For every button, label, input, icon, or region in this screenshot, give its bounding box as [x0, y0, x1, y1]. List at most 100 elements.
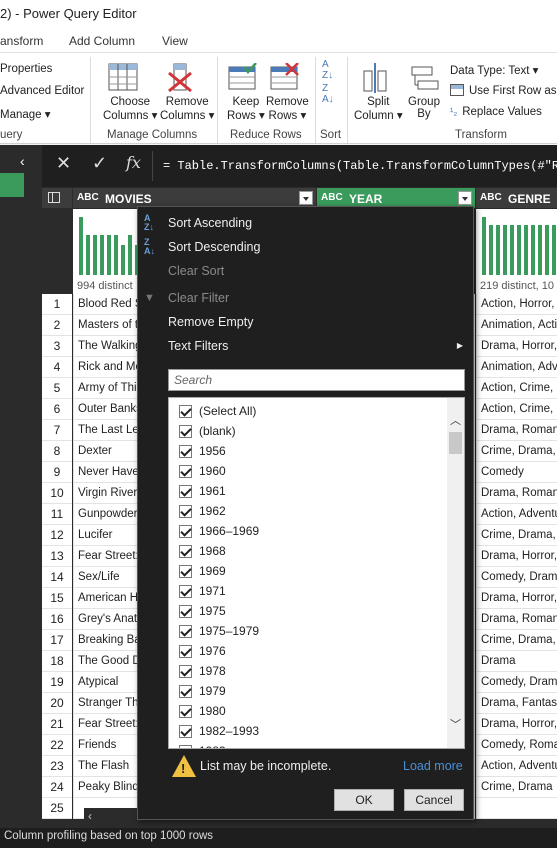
checkbox[interactable] — [179, 485, 192, 498]
row-number[interactable]: 19 — [42, 672, 72, 693]
split-column-button[interactable]: Split Column ▾ — [354, 96, 403, 122]
scroll-thumb[interactable] — [449, 432, 462, 454]
cell-genre[interactable]: Drama, Romanc — [476, 420, 557, 441]
cell-genre[interactable]: Comedy, Drama — [476, 672, 557, 693]
column-header-movies[interactable]: ABC MOVIES — [73, 188, 316, 208]
checkbox[interactable] — [179, 645, 192, 658]
table-menu-button[interactable] — [42, 188, 72, 208]
row-number[interactable]: 23 — [42, 756, 72, 777]
filter-dropdown-button[interactable] — [458, 191, 472, 205]
cell-genre[interactable]: Animation, Acti — [476, 315, 557, 336]
checkbox[interactable] — [179, 445, 192, 458]
cell-genre[interactable]: Action, Adventu — [476, 756, 557, 777]
replace-values-button[interactable]: ¹₂ Replace Values — [450, 106, 542, 118]
clear-filter-item[interactable]: Clear Filter — [168, 291, 229, 305]
horizontal-scrollbar[interactable]: ‹ — [84, 808, 142, 826]
row-number[interactable]: 17 — [42, 630, 72, 651]
cell-genre[interactable]: Comedy — [476, 462, 557, 483]
group-by-button[interactable]: Group By — [408, 96, 440, 120]
cell-genre[interactable]: Crime, Drama, F — [476, 525, 557, 546]
clear-sort-item[interactable]: Clear Sort — [168, 264, 224, 278]
row-number[interactable]: 20 — [42, 693, 72, 714]
checkbox[interactable] — [179, 545, 192, 558]
row-number[interactable]: 18 — [42, 651, 72, 672]
sort-ascending-icon[interactable]: A Z↓ — [322, 59, 333, 81]
sort-descending-item[interactable]: Sort Descending — [168, 240, 260, 254]
checkbox[interactable] — [179, 685, 192, 698]
cancel-formula-icon[interactable]: ✕ — [56, 153, 71, 174]
manage-button[interactable]: Manage ▾ — [0, 107, 51, 121]
row-number[interactable]: 12 — [42, 525, 72, 546]
row-number[interactable]: 8 — [42, 441, 72, 462]
cell-genre[interactable]: Action, Horror, — [476, 294, 557, 315]
confirm-formula-icon[interactable]: ✓ — [92, 153, 107, 174]
scroll-down-icon[interactable]: ﹀ — [450, 716, 461, 732]
cell-genre[interactable]: Comedy, Drama — [476, 567, 557, 588]
checkbox[interactable] — [179, 505, 192, 518]
text-type-icon[interactable]: ABC — [77, 192, 99, 203]
cell-genre[interactable]: Animation, Adv — [476, 357, 557, 378]
row-number[interactable]: 15 — [42, 588, 72, 609]
checkbox[interactable] — [179, 725, 192, 738]
checkbox[interactable] — [179, 425, 192, 438]
data-type-dropdown[interactable]: Data Type: Text ▾ — [450, 63, 538, 77]
choose-columns-button[interactable]: Choose Columns ▾ — [103, 96, 157, 122]
row-number[interactable]: 7 — [42, 420, 72, 441]
sort-ascending-item[interactable]: Sort Ascending — [168, 216, 252, 230]
scroll-up-icon[interactable]: ︿ — [450, 412, 461, 428]
cell-genre[interactable]: Drama, Horror, — [476, 546, 557, 567]
checkbox[interactable] — [179, 525, 192, 538]
tab-view[interactable]: View — [162, 34, 188, 48]
tab-transform[interactable]: ansform — [0, 34, 43, 48]
row-number[interactable]: 3 — [42, 336, 72, 357]
checkbox[interactable] — [179, 745, 192, 748]
selected-query[interactable] — [0, 173, 24, 197]
tab-add-column[interactable]: Add Column — [69, 34, 135, 48]
row-number[interactable]: 1 — [42, 294, 72, 315]
cancel-button[interactable]: Cancel — [404, 789, 464, 811]
row-number[interactable]: 2 — [42, 315, 72, 336]
cell-genre[interactable]: Comedy, Romar — [476, 735, 557, 756]
cell-genre[interactable]: Action, Adventu — [476, 504, 557, 525]
checkbox[interactable] — [179, 585, 192, 598]
checkbox[interactable] — [179, 465, 192, 478]
collapse-pane-icon[interactable]: ‹ — [20, 153, 25, 169]
row-number[interactable]: 24 — [42, 777, 72, 798]
checkbox[interactable] — [179, 405, 192, 418]
search-input[interactable]: Search — [168, 369, 465, 391]
fx-icon[interactable]: fx — [126, 153, 141, 172]
row-number[interactable]: 10 — [42, 483, 72, 504]
cell-genre[interactable]: Drama, Romanc — [476, 483, 557, 504]
cell-genre[interactable]: Crime, Drama — [476, 777, 557, 798]
checkbox[interactable] — [179, 625, 192, 638]
cell-genre[interactable]: Action, Crime, H — [476, 378, 557, 399]
cell-genre[interactable] — [476, 798, 557, 819]
cell-genre[interactable]: Drama, Horror, — [476, 336, 557, 357]
load-more-link[interactable]: Load more — [403, 759, 463, 773]
remove-columns-button[interactable]: Remove Columns ▾ — [160, 96, 214, 122]
checkbox[interactable] — [179, 565, 192, 578]
checkbox[interactable] — [179, 665, 192, 678]
properties-button[interactable]: Properties — [0, 63, 52, 75]
row-number[interactable]: 21 — [42, 714, 72, 735]
row-number[interactable]: 6 — [42, 399, 72, 420]
vertical-scrollbar[interactable]: ︿ ﹀ — [447, 398, 464, 748]
cell-genre[interactable]: Crime, Drama, M — [476, 441, 557, 462]
remove-rows-button[interactable]: Remove Rows ▾ — [266, 96, 309, 122]
cell-genre[interactable]: Drama, Horror, — [476, 714, 557, 735]
remove-empty-item[interactable]: Remove Empty — [168, 315, 253, 329]
text-type-icon[interactable]: ABC — [480, 192, 502, 203]
formula-input[interactable]: = Table.TransformColumns(Table.Transform… — [152, 151, 557, 181]
cell-genre[interactable]: Drama, Romanc — [476, 609, 557, 630]
cell-genre[interactable]: Drama, Horror, — [476, 588, 557, 609]
scroll-left-icon[interactable]: ‹ — [88, 809, 92, 823]
advanced-editor-button[interactable]: Advanced Editor — [0, 85, 84, 97]
filter-dropdown-button[interactable] — [299, 191, 313, 205]
cell-genre[interactable]: Drama — [476, 651, 557, 672]
text-type-icon[interactable]: ABC — [321, 192, 343, 203]
checkbox[interactable] — [179, 705, 192, 718]
row-number[interactable]: 14 — [42, 567, 72, 588]
cell-genre[interactable]: Drama, Fantasy — [476, 693, 557, 714]
row-number[interactable]: 9 — [42, 462, 72, 483]
row-number[interactable]: 11 — [42, 504, 72, 525]
